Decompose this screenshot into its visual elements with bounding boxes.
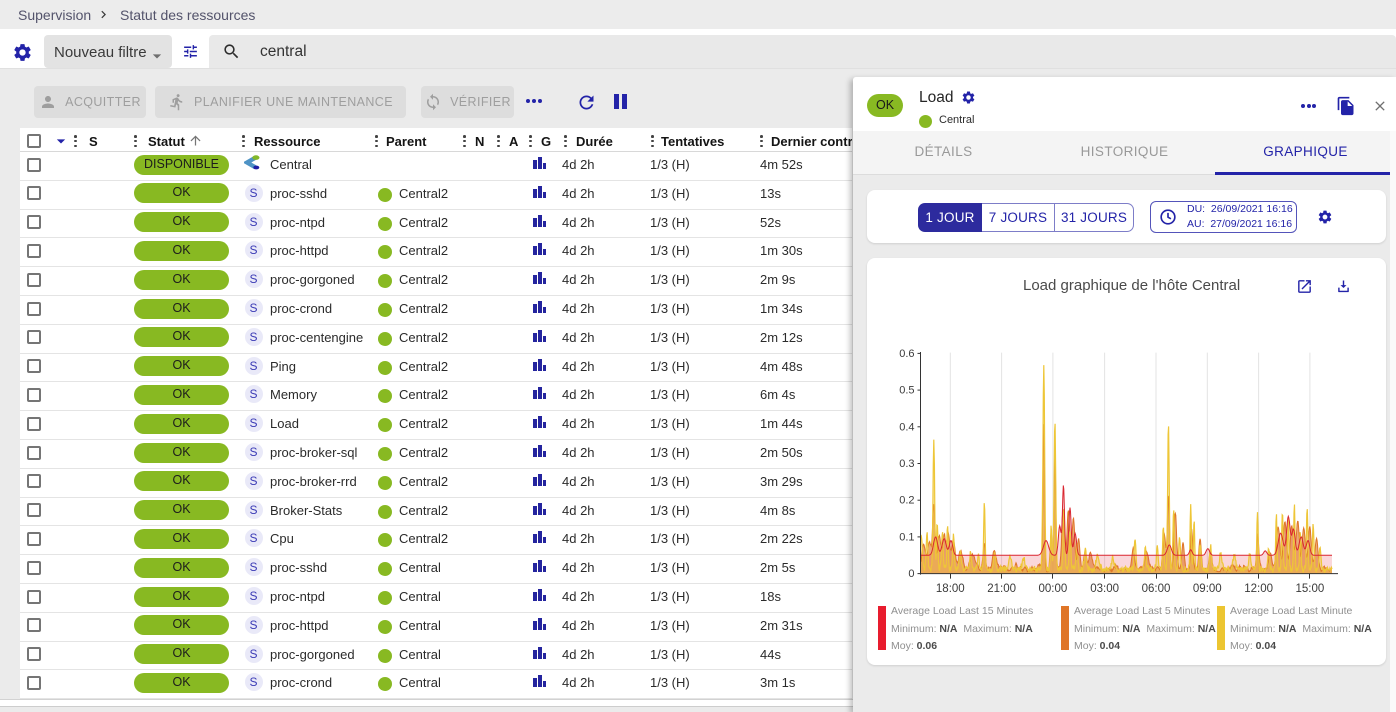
- svg-text:18:00: 18:00: [936, 583, 965, 595]
- svg-text:0.3: 0.3: [899, 458, 914, 470]
- svg-text:0.5: 0.5: [899, 385, 914, 397]
- svg-text:0.2: 0.2: [899, 495, 914, 507]
- svg-text:12:00: 12:00: [1244, 583, 1273, 595]
- svg-text:21:00: 21:00: [987, 583, 1016, 595]
- svg-text:0.6: 0.6: [899, 348, 914, 360]
- svg-text:00:00: 00:00: [1039, 583, 1068, 595]
- svg-text:09:00: 09:00: [1193, 583, 1222, 595]
- svg-text:15:00: 15:00: [1296, 583, 1325, 595]
- svg-text:0: 0: [908, 568, 914, 580]
- svg-text:0.4: 0.4: [899, 421, 914, 433]
- svg-text:06:00: 06:00: [1142, 583, 1171, 595]
- svg-text:0.1: 0.1: [899, 531, 914, 543]
- svg-text:03:00: 03:00: [1090, 583, 1119, 595]
